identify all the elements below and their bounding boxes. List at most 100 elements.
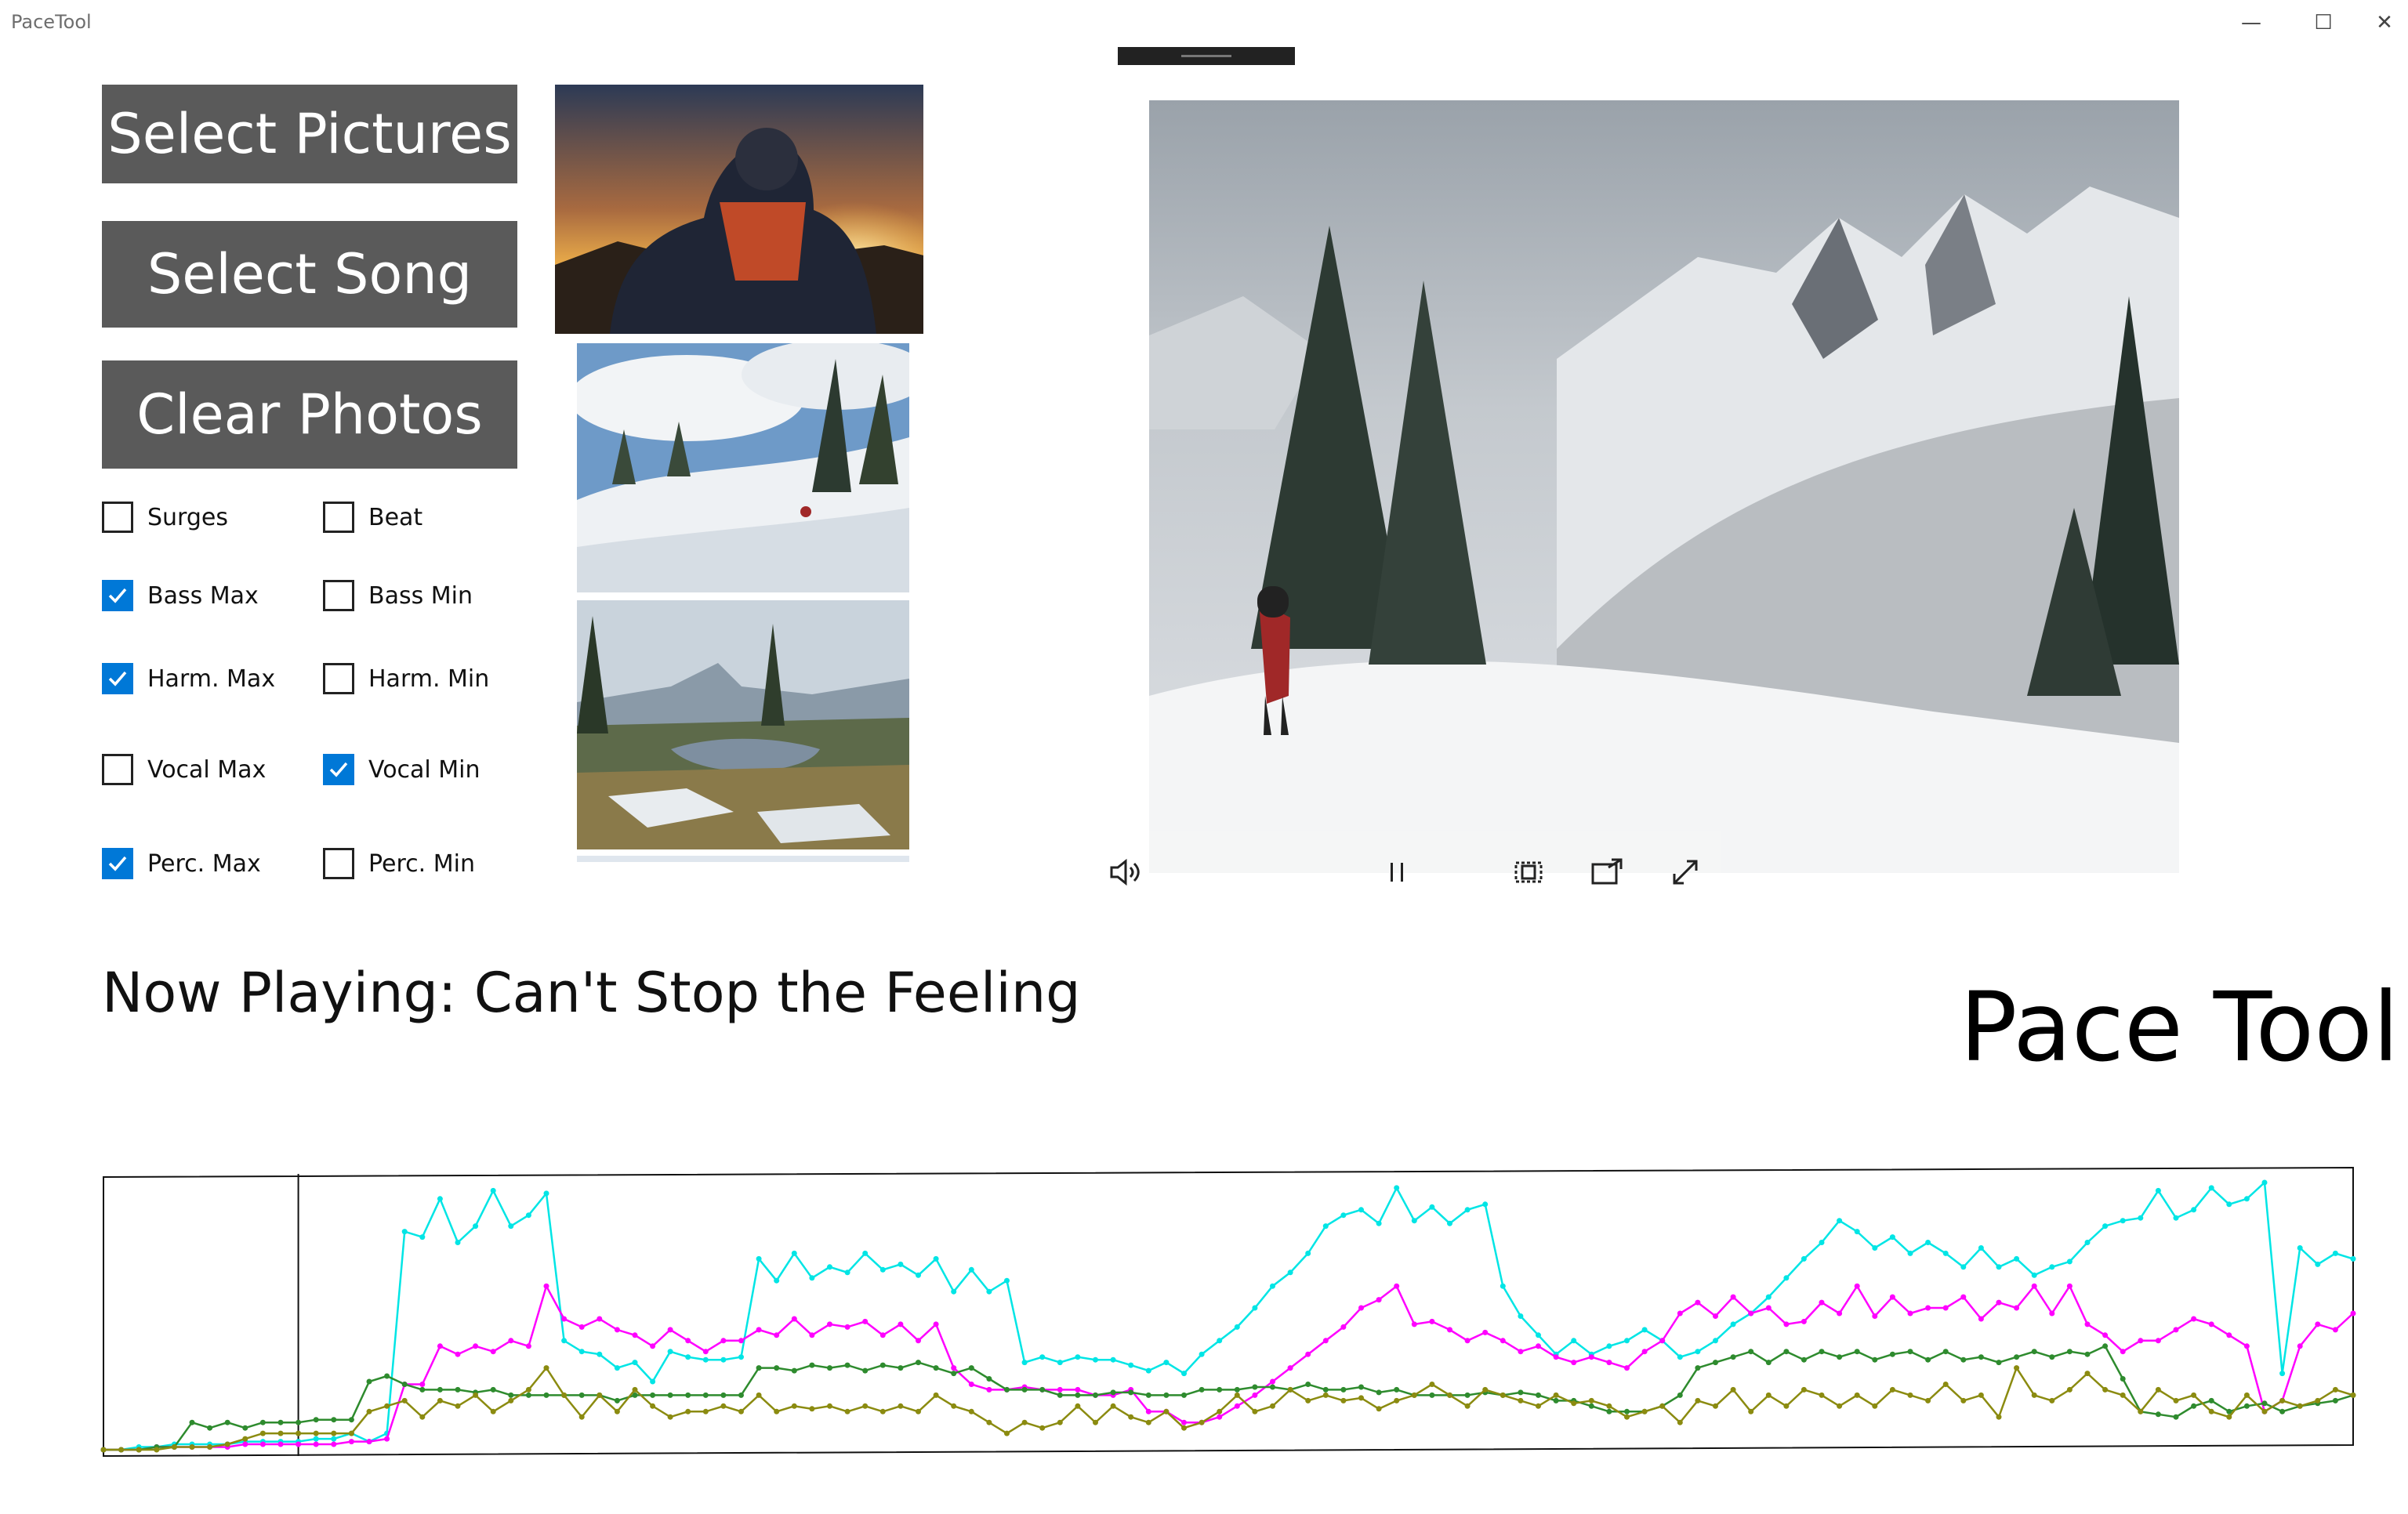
series-0-point [702,1356,709,1363]
series-2-point [1021,1386,1028,1393]
thumbnail-list[interactable] [547,85,923,862]
checkbox-perc-min[interactable]: Perc. Min [323,848,475,879]
checkbox-perc-max[interactable]: Perc. Max [102,848,261,879]
series-1-point [791,1316,797,1322]
series-3-point [1199,1419,1205,1425]
series-0-point [1889,1234,1895,1241]
series-3-point [1411,1392,1417,1398]
thumbnail-mountain-lake[interactable] [577,600,909,849]
cast-icon[interactable] [1583,853,1630,892]
series-2-point [1889,1351,1895,1357]
checkmark-icon[interactable] [102,848,133,879]
checkbox-empty-icon[interactable] [102,754,133,785]
drag-handle[interactable] [1118,47,1295,65]
series-3-point [1145,1419,1151,1425]
media-player[interactable] [1149,100,2179,873]
checkbox-vocal-min[interactable]: Vocal Min [323,754,481,785]
series-2-point [898,1365,904,1371]
series-2-point [1588,1403,1594,1409]
series-0-point [1713,1338,1718,1344]
volume-icon[interactable] [1101,853,1148,892]
series-3-point [313,1430,319,1436]
checkmark-icon[interactable] [102,663,133,694]
thumbnail-snow-skier[interactable] [577,343,909,592]
series-0-point [1110,1356,1116,1363]
series-1-point [1305,1351,1311,1357]
series-3-point [879,1408,886,1414]
series-1-point [1376,1297,1382,1303]
series-2-point [2120,1376,2126,1382]
series-3-point [702,1408,709,1414]
series-0-point [933,1255,939,1262]
series-3-point [916,1408,921,1414]
series-1-point [951,1365,957,1371]
checkbox-bass-max[interactable]: Bass Max [102,580,259,611]
checkbox-empty-icon[interactable] [102,502,133,533]
thumbnail-partial[interactable] [577,856,909,862]
thumbnail-sunset-hiker[interactable] [555,85,923,334]
series-0-point [2155,1187,2161,1193]
select-pictures-button[interactable]: Select Pictures [102,85,517,183]
series-2-point [1553,1397,1559,1404]
series-1-point [2031,1283,2037,1289]
series-3-point [2332,1386,2338,1393]
series-2-point [1358,1384,1364,1390]
checkbox-bass-min[interactable]: Bass Min [323,580,473,611]
checkmark-icon[interactable] [102,580,133,611]
app-window: PaceTool — ☐ ✕ Select Pictures Select So… [0,0,2408,1514]
series-1-point [1447,1327,1452,1333]
series-2-point [1340,1386,1347,1393]
series-3-point [136,1447,142,1453]
series-0-point [1783,1275,1790,1281]
checkbox-harm-min[interactable]: Harm. Min [323,663,489,694]
select-song-button[interactable]: Select Song [102,221,517,328]
checkbox-empty-icon[interactable] [323,580,354,611]
series-2-point [844,1362,850,1368]
series-3-point [473,1392,479,1398]
series-2-point [366,1378,372,1385]
series-3-point [1996,1414,2002,1420]
checkbox-surges[interactable]: Surges [102,502,228,533]
aspect-ratio-icon[interactable] [1505,853,1552,892]
series-2-point [650,1392,656,1398]
series-2-point [1606,1408,1612,1414]
series-2-point [1801,1356,1807,1363]
checkbox-label: Perc. Min [368,849,475,878]
minimize-button[interactable]: — [2215,0,2287,45]
series-3-point [2049,1397,2055,1404]
series-1-point [1960,1294,1967,1300]
series-2-point [1518,1389,1524,1396]
series-3-point [898,1403,904,1409]
series-3-point [667,1414,673,1420]
series-0-point [331,1436,337,1442]
series-1-point [1252,1392,1258,1398]
checkmark-icon[interactable] [323,754,354,785]
checkbox-harm-max[interactable]: Harm. Max [102,663,275,694]
series-3-point [862,1403,869,1409]
series-0-point [1447,1220,1452,1226]
checkbox-beat[interactable]: Beat [323,502,422,533]
fullscreen-icon[interactable] [1662,853,1709,892]
series-3-point [2279,1397,2286,1404]
series-0-point [561,1338,568,1344]
checkbox-empty-icon[interactable] [323,663,354,694]
maximize-button[interactable]: ☐ [2287,0,2359,45]
series-0-point [1305,1250,1311,1256]
pause-icon[interactable] [1373,853,1420,892]
series-2-point [189,1419,195,1425]
close-button[interactable]: ✕ [2361,0,2408,45]
series-2-point [1942,1349,1949,1355]
series-0-point [1765,1294,1772,1300]
series-3-point [2138,1408,2144,1414]
checkbox-empty-icon[interactable] [323,848,354,879]
checkbox-vocal-max[interactable]: Vocal Max [102,754,266,785]
chart-frame [103,1166,2354,1458]
series-0-point [401,1229,408,1235]
checkbox-empty-icon[interactable] [323,502,354,533]
series-0-point [1996,1264,2002,1270]
series-1-point [1801,1318,1807,1324]
clear-photos-button[interactable]: Clear Photos [102,360,517,469]
series-2-point [1677,1392,1683,1398]
series-2-point [296,1419,302,1425]
series-0-point [809,1275,815,1281]
